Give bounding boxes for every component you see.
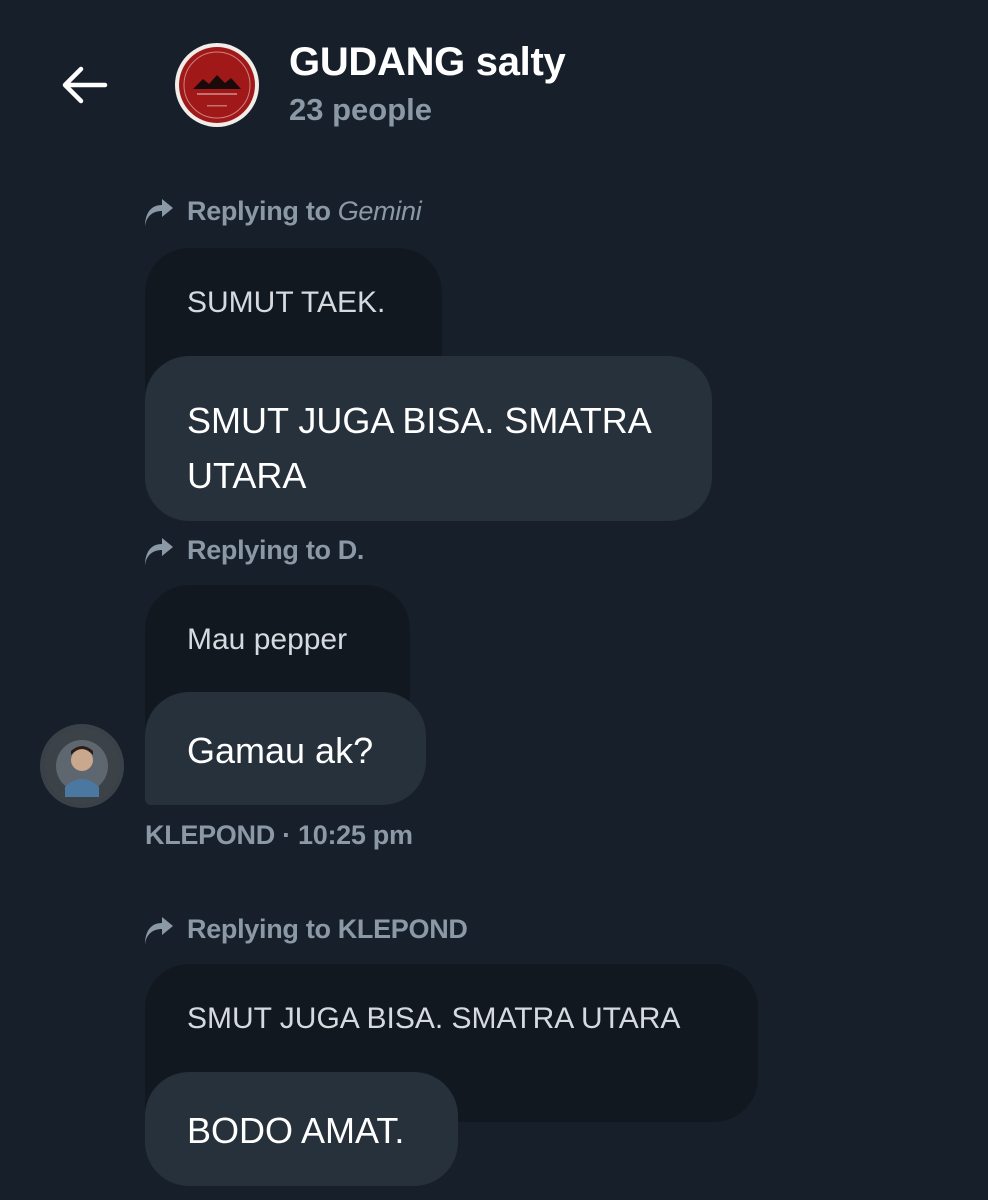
arrow-left-icon [62, 66, 108, 104]
message-meta: KLEPOND · 10:25 pm [145, 820, 413, 851]
reply-arrow-icon [143, 916, 175, 944]
message-time: 10:25 pm [298, 820, 413, 850]
reply-label: Replying to [187, 914, 331, 944]
quoted-text: SUMUT TAEK. [187, 286, 386, 319]
message-text-line: SMUT JUGA BISA. SMATRA [187, 400, 652, 441]
reply-to-name: D. [337, 535, 365, 565]
message-text-line: UTARA [187, 455, 307, 496]
reply-context: Replying to KLEPOND [143, 914, 468, 945]
reply-label: Replying to [187, 196, 331, 226]
quoted-text: SMUT JUGA BISA. SMATRA UTARA [187, 1002, 681, 1035]
group-member-count: 23 people [289, 92, 432, 127]
back-button[interactable] [50, 55, 118, 115]
message-text: Gamau ak? [187, 730, 374, 771]
reply-arrow-icon [143, 198, 175, 226]
reply-label: Replying to [187, 535, 331, 565]
reply-to-name: Gemini [337, 196, 422, 226]
reply-context: Replying to Gemini [143, 196, 422, 227]
sender-avatar[interactable] [40, 724, 124, 808]
message-bubble[interactable]: BODO AMAT. [145, 1072, 458, 1186]
group-avatar[interactable] [175, 43, 259, 127]
message-bubble[interactable]: Gamau ak? [145, 692, 426, 805]
quoted-text: Mau pepper [187, 623, 348, 656]
reply-context: Replying to D. [143, 535, 364, 566]
meta-separator: · [282, 820, 291, 850]
message-text: BODO AMAT. [187, 1110, 405, 1151]
message-bubble[interactable]: SMUT JUGA BISA. SMATRA UTARA [145, 356, 712, 521]
reply-to-name: KLEPOND [337, 914, 468, 944]
group-title[interactable]: GUDANG salty [289, 40, 566, 85]
group-avatar-image [179, 47, 255, 123]
sender-name[interactable]: KLEPOND [145, 820, 275, 850]
reply-arrow-icon [143, 537, 175, 565]
